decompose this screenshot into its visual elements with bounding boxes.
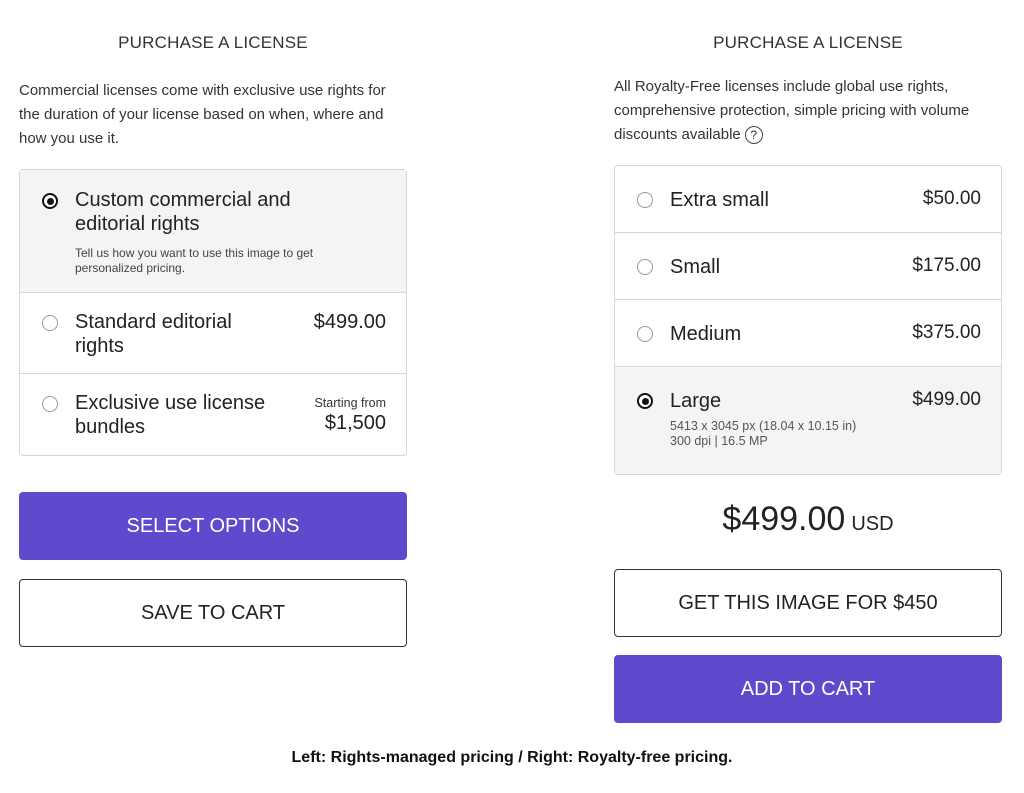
option-label: Custom commercial and editorial rights	[75, 189, 291, 235]
description-text: All Royalty-Free licenses include global…	[614, 78, 970, 143]
get-image-offer-button[interactable]: GET THIS IMAGE FOR $450	[614, 569, 1002, 637]
option-price: $499.00	[313, 311, 386, 333]
add-to-cart-button[interactable]: ADD TO CART	[614, 655, 1002, 723]
help-icon[interactable]: ?	[744, 126, 763, 145]
option-medium[interactable]: Medium $375.00	[615, 300, 1001, 367]
option-label: Exclusive use license bundles	[75, 392, 266, 438]
size-options-list: Extra small $50.00 Small $175.00 Medium …	[614, 165, 1002, 475]
option-price: $499.00	[912, 389, 981, 410]
license-description: All Royalty-Free licenses include global…	[614, 75, 1002, 147]
option-custom-rights[interactable]: Custom commercial and editorial rights T…	[20, 170, 406, 293]
panel-heading: PURCHASE A LICENSE	[713, 33, 903, 52]
option-extra-small[interactable]: Extra small $50.00	[615, 166, 1001, 233]
option-size-details: 5413 x 3045 px (18.04 x 10.15 in) 300 dp…	[670, 419, 857, 448]
radio-unselected-icon[interactable]	[42, 315, 58, 331]
radio-unselected-icon[interactable]	[637, 326, 653, 342]
license-options-list: Custom commercial and editorial rights T…	[19, 169, 407, 456]
figure-caption: Left: Rights-managed pricing / Right: Ro…	[291, 749, 733, 766]
price-prefix: Starting from	[314, 396, 386, 410]
panel-heading: PURCHASE A LICENSE	[118, 33, 308, 52]
radio-unselected-icon[interactable]	[637, 259, 653, 275]
option-small[interactable]: Small $175.00	[615, 233, 1001, 300]
option-exclusive-bundles[interactable]: Exclusive use license bundles Starting f…	[20, 374, 406, 455]
save-to-cart-button[interactable]: SAVE TO CART	[19, 579, 407, 647]
option-large[interactable]: Large $499.00 5413 x 3045 px (18.04 x 10…	[615, 367, 1001, 474]
total-price: $499.00 USD	[614, 500, 1002, 539]
option-standard-editorial[interactable]: Standard editorial rights $499.00	[20, 293, 406, 374]
option-label: Small	[670, 256, 721, 278]
radio-unselected-icon[interactable]	[637, 192, 653, 208]
option-price: $1,500	[324, 412, 386, 434]
option-label: Large	[670, 390, 722, 412]
option-price: $50.00	[922, 188, 981, 209]
option-price: $375.00	[912, 322, 981, 343]
select-options-button[interactable]: SELECT OPTIONS	[19, 492, 407, 560]
total-currency: USD	[851, 513, 894, 535]
radio-selected-icon[interactable]	[42, 193, 58, 209]
option-sublabel: Tell us how you want to use this image t…	[75, 246, 314, 275]
license-description: Commercial licenses come with exclusive …	[19, 82, 386, 147]
option-label: Standard editorial rights	[75, 311, 232, 357]
option-label: Medium	[670, 323, 742, 345]
total-amount: $499.00	[722, 500, 846, 538]
radio-unselected-icon[interactable]	[42, 396, 58, 412]
option-label: Extra small	[670, 189, 769, 211]
option-price: $175.00	[912, 255, 981, 276]
radio-selected-icon[interactable]	[637, 393, 653, 409]
